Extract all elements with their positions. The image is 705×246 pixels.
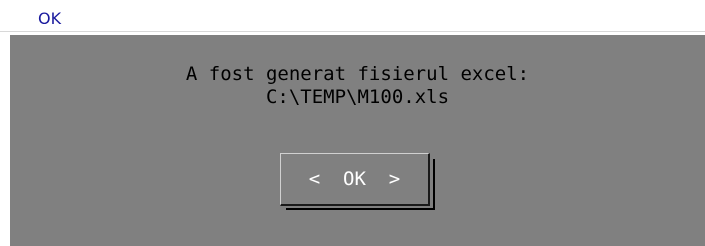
message-line-2: C:\TEMP\M100.xls — [265, 86, 450, 108]
ok-button[interactable]: < OK > — [280, 153, 430, 206]
dialog-message: A fost generat fisierul excel: C:\TEMP\M… — [10, 63, 705, 109]
ok-button-container: < OK > — [280, 153, 435, 210]
message-dialog: A fost generat fisierul excel: C:\TEMP\M… — [10, 35, 705, 246]
message-line-1: A fost generat fisierul excel: — [185, 63, 530, 85]
window-title: OK — [38, 9, 62, 28]
window-titlebar: OK — [0, 0, 705, 32]
